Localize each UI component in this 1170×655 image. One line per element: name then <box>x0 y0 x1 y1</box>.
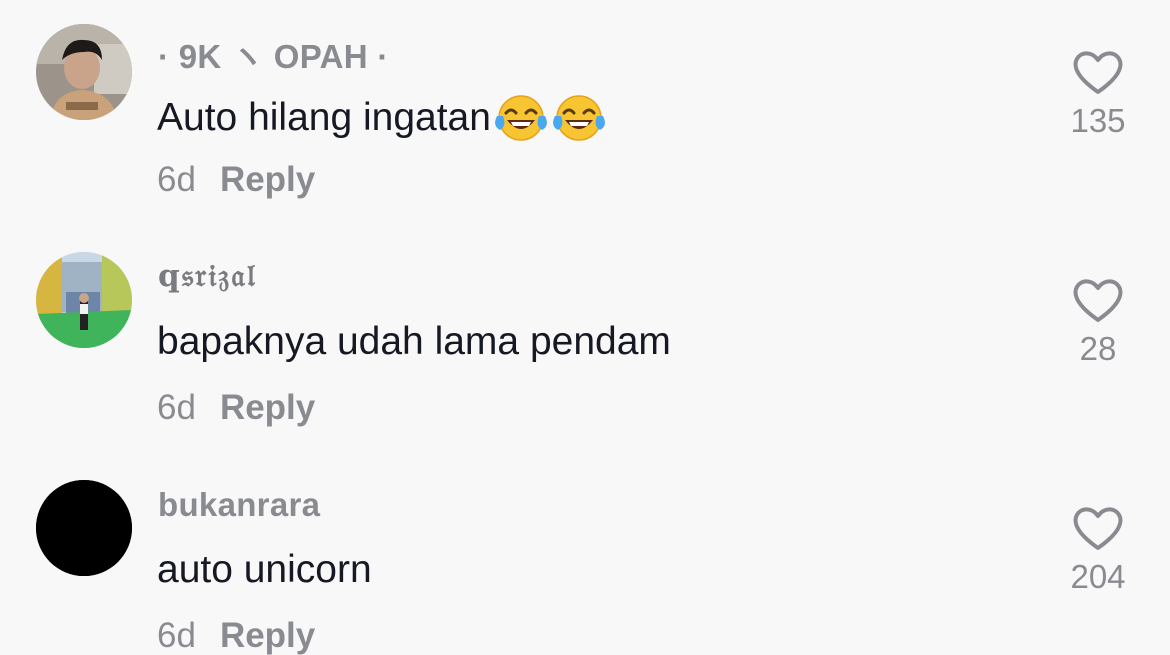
comment-text: Auto hilang ingatan <box>157 96 491 139</box>
avatar[interactable] <box>36 480 132 576</box>
username[interactable]: bukanrara <box>158 486 320 524</box>
comment-text: auto unicorn <box>157 548 372 591</box>
like-button[interactable]: 204 <box>1058 502 1138 596</box>
comment-text-row: auto unicorn <box>157 548 372 592</box>
face-with-tears-of-joy-icon <box>551 92 607 144</box>
heart-icon[interactable] <box>1070 46 1126 98</box>
comment-item: bukanrara auto unicorn 6d Reply 204 <box>0 456 1170 655</box>
reply-button[interactable]: Reply <box>220 616 315 655</box>
heart-icon[interactable] <box>1070 274 1126 326</box>
like-count: 28 <box>1079 330 1117 367</box>
username[interactable]: · 9K ヽ OPAH · <box>158 30 389 78</box>
avatar[interactable] <box>36 252 132 348</box>
comment-age: 6d <box>157 160 196 199</box>
heart-icon[interactable] <box>1070 502 1126 554</box>
like-button[interactable]: 28 <box>1058 274 1138 368</box>
reply-button[interactable]: Reply <box>220 160 315 199</box>
comment-text-row: bapaknya udah lama pendam <box>157 320 671 364</box>
comment-meta: 6d Reply <box>157 160 315 200</box>
reply-button[interactable]: Reply <box>220 388 315 427</box>
like-count: 204 <box>1070 558 1126 595</box>
like-button[interactable]: 135 <box>1058 46 1138 140</box>
comment-item: · 9K ヽ OPAH · Auto hilang ingatan 6d Rep… <box>0 0 1170 228</box>
comment-meta: 6d Reply <box>157 388 315 428</box>
comment-age: 6d <box>157 388 196 427</box>
comment-age: 6d <box>157 616 196 655</box>
comment-meta: 6d Reply <box>157 616 315 655</box>
avatar-photo-icon <box>36 252 132 348</box>
avatar[interactable] <box>36 24 132 120</box>
avatar-photo-icon <box>36 480 132 576</box>
like-count: 135 <box>1070 102 1126 139</box>
avatar-photo-icon <box>36 24 132 120</box>
comment-text: bapaknya udah lama pendam <box>157 320 671 363</box>
face-with-tears-of-joy-icon <box>493 92 549 144</box>
username[interactable]: q𝔰𝔯𝔦𝔷𝔞𝔩 <box>158 258 257 295</box>
comment-text-row: Auto hilang ingatan <box>157 92 607 144</box>
comment-item: q𝔰𝔯𝔦𝔷𝔞𝔩 bapaknya udah lama pendam 6d Repl… <box>0 228 1170 456</box>
comment-list: · 9K ヽ OPAH · Auto hilang ingatan 6d Rep… <box>0 0 1170 655</box>
